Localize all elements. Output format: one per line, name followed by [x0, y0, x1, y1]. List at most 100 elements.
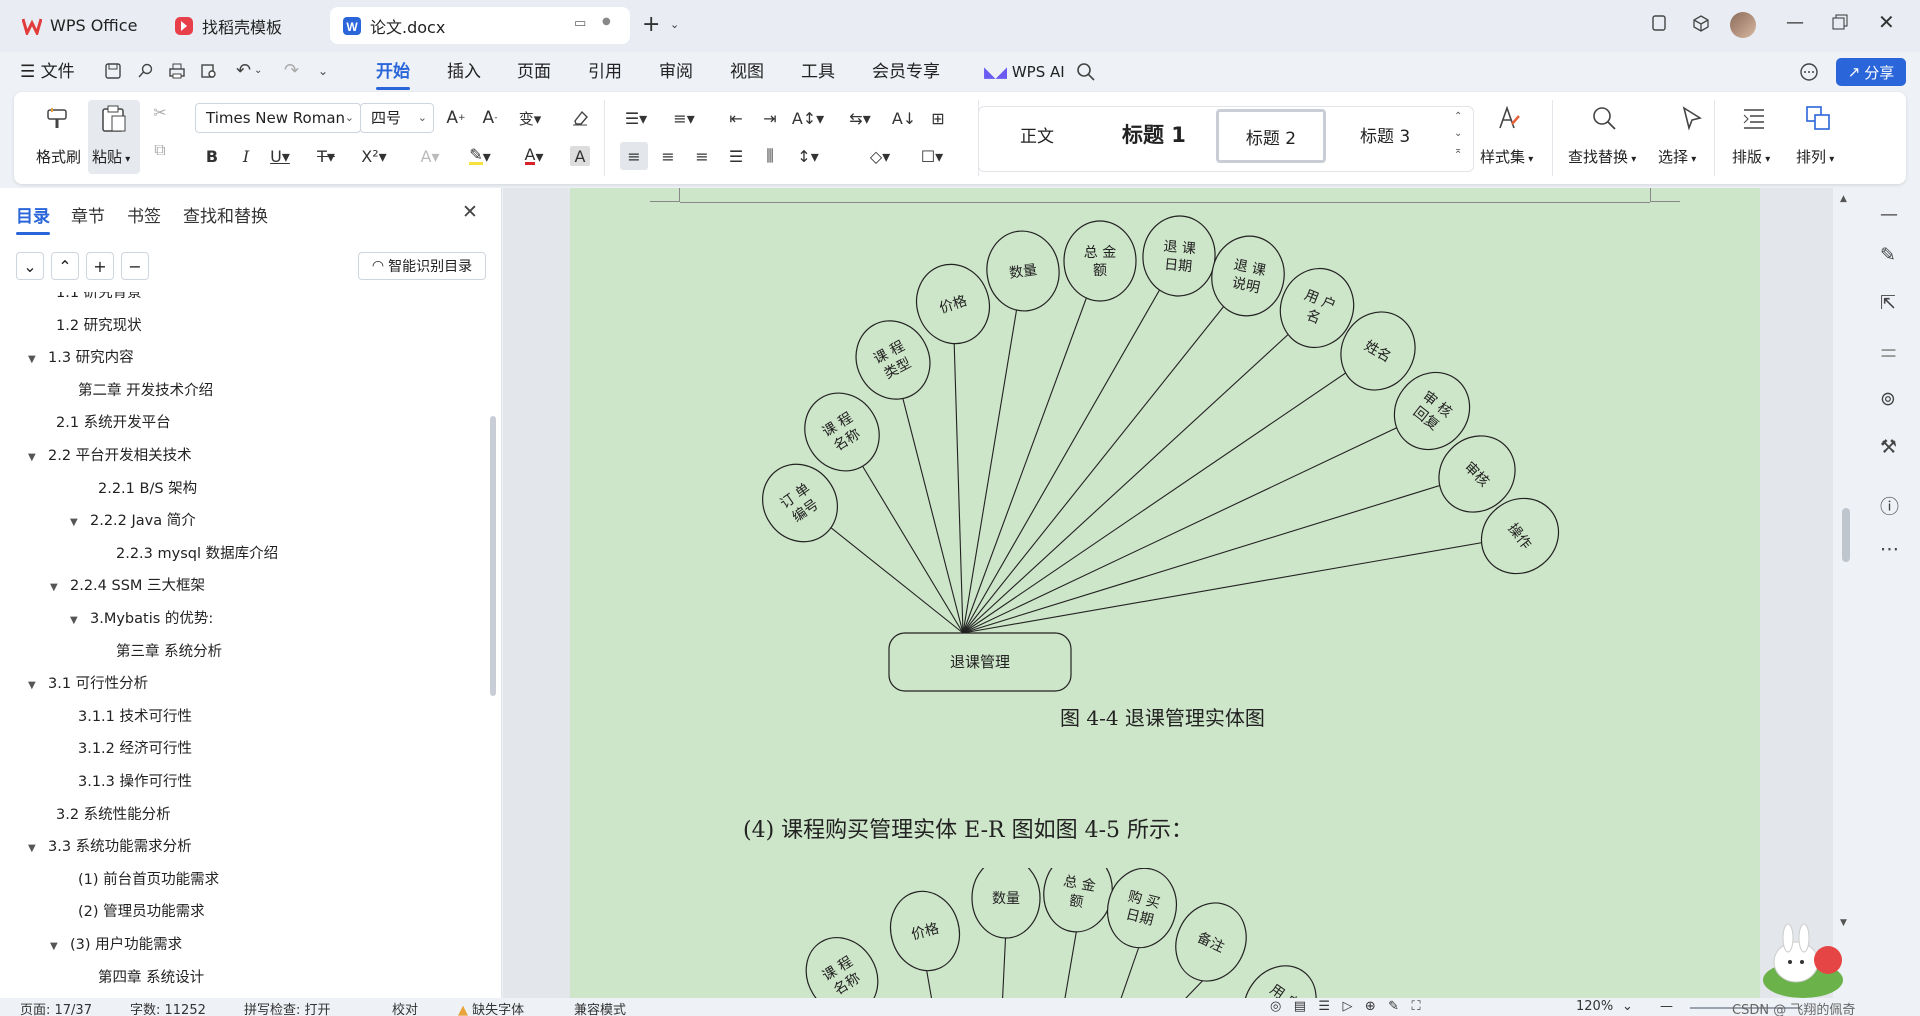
expand-arrow-icon[interactable]: ▼ — [50, 934, 64, 960]
tab-wps-office[interactable]: WPS Office — [10, 7, 154, 44]
page-count[interactable]: 页面: 17/37 — [20, 999, 92, 1016]
line-spacing-icon[interactable]: ↕▾ — [794, 142, 822, 170]
toc-item[interactable]: ▼ 3.1 可行性分析 — [28, 671, 148, 697]
format-painter-label[interactable]: 格式刷 — [36, 146, 81, 167]
tab-list-chevron-icon[interactable]: ⌄ — [670, 18, 679, 31]
toc-item[interactable]: 1.2 研究现状 — [56, 313, 142, 339]
bold-icon[interactable]: B — [198, 142, 226, 170]
highlight-icon[interactable]: ✎ ▾ — [466, 142, 494, 170]
borders-icon[interactable]: ☐▾ — [918, 142, 946, 170]
grow-font-icon[interactable]: A + — [442, 104, 470, 132]
tab-toc[interactable]: 目录 — [16, 202, 50, 235]
file-menu[interactable]: ☰ 文件 — [20, 52, 75, 92]
menu-review[interactable]: 审阅 — [659, 52, 693, 92]
select-cursor-icon[interactable] — [1678, 104, 1706, 132]
scroll-thumb[interactable] — [1842, 508, 1850, 562]
toc-item[interactable]: 2.2.3 mysql 数据库介绍 — [116, 541, 278, 567]
document-page[interactable]: 订 单编号课 程名称课 程类型 价格 数量总 金额退 课日期退 课说明用 户名 姓名审… — [570, 188, 1760, 998]
decrease-indent-icon[interactable]: ⇤ — [722, 104, 750, 132]
toc-item[interactable]: 2.2.1 B/S 架构 — [98, 476, 197, 502]
clear-format-icon[interactable] — [566, 104, 594, 132]
sliders-icon[interactable]: ⚌ — [1880, 340, 1897, 362]
scroll-up-icon[interactable]: ▲ — [1840, 194, 1847, 204]
share-link-icon[interactable] — [136, 62, 154, 80]
expand-arrow-icon[interactable]: ▼ — [28, 673, 42, 699]
zoom-dropdown-icon[interactable]: ⌄ — [1622, 999, 1633, 1014]
font-name-select[interactable]: Times New Roman ⌄ — [195, 103, 361, 133]
monitor-icon[interactable]: ▭ — [574, 16, 586, 31]
tools-icon[interactable]: ⚒ — [1880, 436, 1897, 458]
proofread-button[interactable]: 校对 — [392, 999, 418, 1016]
cube-icon[interactable] — [1692, 14, 1710, 32]
link-icon[interactable]: ⊚ — [1880, 388, 1896, 410]
unsaved-dot-icon[interactable]: ● — [602, 16, 611, 27]
menu-references[interactable]: 引用 — [588, 52, 622, 92]
close-window-icon[interactable]: ✕ — [1878, 10, 1895, 34]
expand-arrow-icon[interactable]: ▼ — [28, 445, 42, 471]
toc-scrollbar[interactable] — [490, 416, 496, 696]
arrange-icon[interactable] — [1804, 104, 1832, 132]
sort-icon[interactable]: A↓ — [890, 104, 918, 132]
find-replace-label[interactable]: 查找替换 ▾ — [1568, 146, 1636, 167]
tab-docer-templates[interactable]: 找稻壳模板 — [162, 7, 322, 44]
smart-toc-button[interactable]: ◠ 智能识别目录 — [358, 252, 486, 280]
save-icon[interactable] — [104, 62, 122, 80]
expand-arrow-icon[interactable]: ▼ — [28, 836, 42, 862]
pointer-icon[interactable]: ⇱ — [1880, 292, 1896, 314]
line-break-icon[interactable]: ⇆▾ — [846, 104, 874, 132]
toc-item[interactable]: 2.1 系统开发平台 — [56, 410, 171, 436]
style-gallery-scroll[interactable]: ⌃ ⌄ ⌅ — [1454, 108, 1462, 159]
font-color-icon[interactable]: A ▾ — [520, 142, 548, 170]
toc-item[interactable]: ▼ 2.2 平台开发相关技术 — [28, 443, 192, 469]
phonetic-guide-icon[interactable]: 变▾ — [516, 104, 544, 132]
collapse-rail-icon[interactable]: — — [1880, 204, 1898, 225]
increase-indent-icon[interactable]: ⇥ — [756, 104, 784, 132]
shading-icon[interactable]: ◇▾ — [866, 142, 894, 170]
window-restore-tabs-icon[interactable] — [1650, 14, 1668, 32]
more-chevron-icon[interactable]: ⌄ — [318, 64, 328, 78]
print-preview-icon[interactable] — [200, 62, 218, 80]
expand-arrow-icon[interactable]: ▼ — [50, 575, 64, 601]
menu-tools[interactable]: 工具 — [801, 52, 835, 92]
toc-item[interactable]: 3.1.1 技术可行性 — [78, 704, 192, 730]
menu-insert[interactable]: 插入 — [447, 52, 481, 92]
toc-item[interactable]: 第四章 系统设计 — [98, 965, 204, 991]
copy-icon[interactable]: ⧉ — [146, 136, 174, 164]
view-mode-icons[interactable]: ◎ ▤ ☰ ▷ ⊕ ✎ ⛶ — [1270, 999, 1421, 1014]
tab-document[interactable]: W 论文.docx ▭ ● — [330, 7, 630, 44]
style-set-icon[interactable] — [1494, 104, 1522, 132]
remove-heading-button[interactable]: − — [121, 252, 149, 280]
style-heading-3[interactable]: 标题 3 — [1360, 122, 1410, 147]
layout-icon[interactable] — [1740, 104, 1768, 132]
word-count[interactable]: 字数: 11252 — [130, 999, 206, 1016]
pen-icon[interactable]: ✎ — [1880, 244, 1896, 266]
tab-find-replace[interactable]: 查找和替换 — [183, 202, 268, 227]
search-icon[interactable] — [1076, 62, 1096, 82]
add-heading-button[interactable]: + — [86, 252, 114, 280]
new-tab-plus-icon[interactable]: + — [642, 12, 660, 37]
text-direction-icon[interactable]: A↕▾ — [792, 104, 824, 132]
toc-item[interactable]: (1) 前台首页功能需求 — [78, 867, 219, 893]
paste-button[interactable]: 粘贴 ▾ — [88, 100, 140, 174]
vertical-scrollbar[interactable]: ▲ ▼ — [1836, 188, 1854, 998]
menu-home[interactable]: 开始 — [376, 52, 410, 92]
italic-icon[interactable]: I — [232, 142, 260, 170]
menu-view[interactable]: 视图 — [730, 52, 764, 92]
layout-label[interactable]: 排版 ▾ — [1732, 146, 1770, 167]
strikethrough-icon[interactable]: T▾ — [312, 142, 340, 170]
toc-item[interactable]: 3.1.3 操作可行性 — [78, 769, 192, 795]
menu-page[interactable]: 页面 — [517, 52, 551, 92]
toc-item[interactable]: (2) 管理员功能需求 — [78, 899, 205, 925]
align-left-icon[interactable]: ≡ — [620, 142, 648, 170]
menu-member[interactable]: 会员专享 — [872, 52, 940, 92]
align-center-icon[interactable]: ≡ — [654, 142, 682, 170]
expand-arrow-icon[interactable]: ▼ — [70, 510, 84, 536]
style-normal[interactable]: 正文 — [1020, 122, 1054, 147]
toc-item[interactable]: 3.1.2 经济可行性 — [78, 736, 192, 762]
expand-up-button[interactable]: ⌃ — [51, 252, 79, 280]
print-icon[interactable] — [168, 62, 186, 80]
tab-chapters[interactable]: 章节 — [71, 202, 105, 227]
cloud-sync-icon[interactable] — [1798, 62, 1820, 82]
shrink-font-icon[interactable]: A- — [476, 104, 504, 132]
align-right-icon[interactable]: ≡ — [688, 142, 716, 170]
